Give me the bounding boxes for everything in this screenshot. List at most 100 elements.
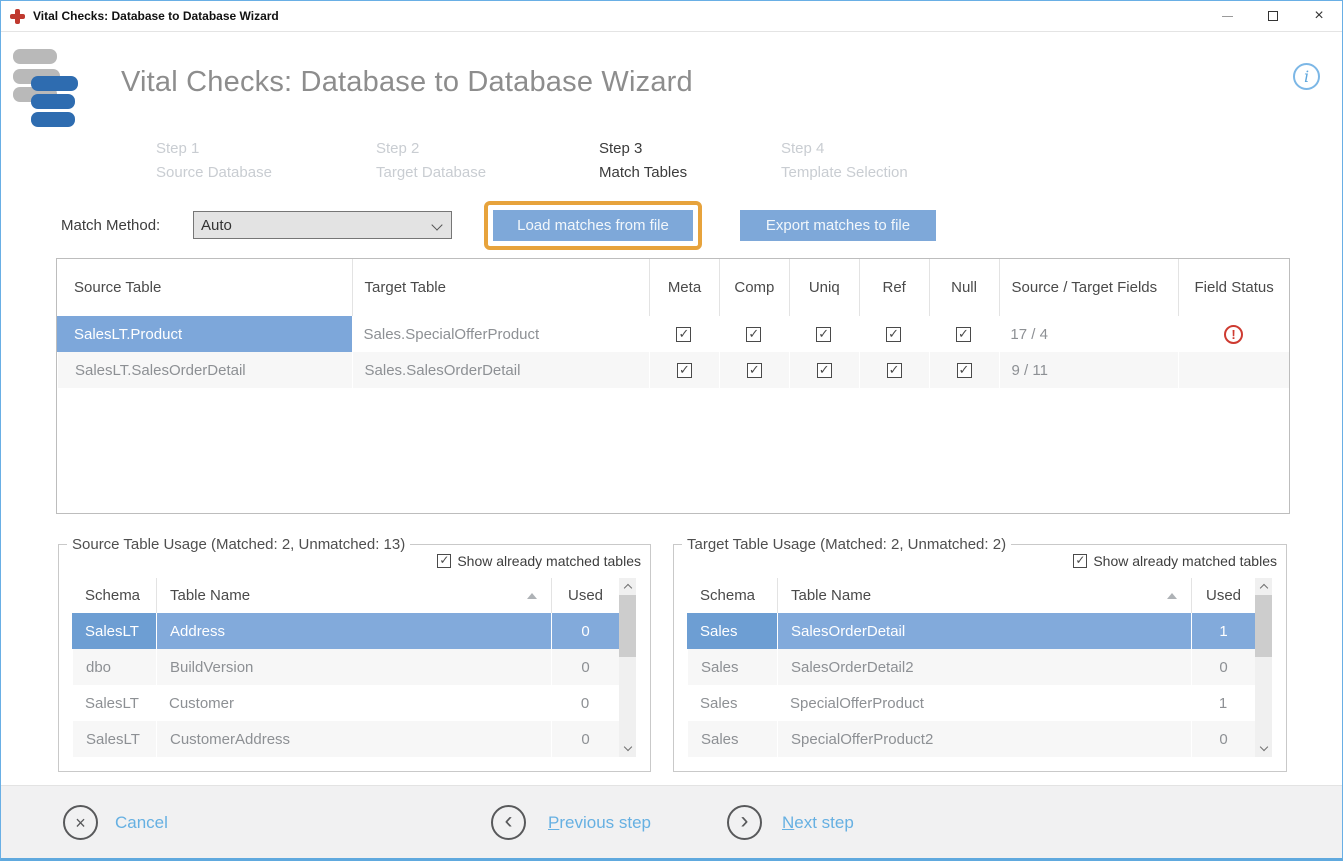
next-step-label: Next step — [782, 813, 854, 833]
usage-row[interactable]: Sales SpecialOfferProduct 1 — [687, 685, 1255, 721]
fields-count-cell: 9 / 11 — [999, 352, 1179, 388]
comp-checkbox[interactable] — [747, 363, 762, 378]
meta-checkbox[interactable] — [677, 363, 692, 378]
col-used[interactable]: Used — [551, 578, 619, 613]
usage-row[interactable]: SalesLT Customer 0 — [72, 685, 619, 721]
schema-cell: SalesLT — [72, 613, 156, 649]
match-row[interactable]: SalesLT.Product Sales.SpecialOfferProduc… — [57, 316, 1289, 352]
show-matched-label: Show already matched tables — [1093, 553, 1277, 569]
step-3-label: Match Tables — [599, 161, 687, 185]
logo-bar-blue — [31, 76, 78, 91]
scroll-down-icon[interactable] — [1255, 740, 1272, 757]
maximize-button[interactable] — [1250, 1, 1296, 32]
info-icon[interactable]: i — [1293, 63, 1320, 90]
table-name-cell: SpecialOfferProduct — [777, 685, 1191, 721]
logo-bar-blue — [31, 94, 75, 109]
target-usage-table: Schema Table Name Used Sales SalesOrderD… — [687, 578, 1255, 757]
next-step-button[interactable]: › Next step — [727, 786, 854, 859]
show-matched-checkbox[interactable] — [1073, 554, 1087, 568]
ref-checkbox[interactable] — [887, 363, 902, 378]
col-target-table[interactable]: Target Table — [352, 259, 650, 316]
target-table-cell[interactable]: Sales.SalesOrderDetail — [352, 352, 650, 388]
col-meta[interactable]: Meta — [649, 259, 719, 316]
table-name-cell: Customer — [156, 685, 551, 721]
usage-table-header: Schema Table Name Used — [687, 578, 1255, 613]
app-icon — [10, 9, 25, 24]
minimize-icon — [1222, 16, 1233, 17]
scroll-down-icon[interactable] — [619, 740, 636, 757]
match-table: Source Table Target Table Meta Comp Uniq… — [56, 258, 1290, 514]
match-row[interactable]: SalesLT.SalesOrderDetail Sales.SalesOrde… — [57, 352, 1289, 388]
step-4-label: Template Selection — [781, 161, 908, 185]
uniq-checkbox[interactable] — [817, 363, 832, 378]
source-table-cell[interactable]: SalesLT.Product — [57, 316, 352, 352]
col-uniq[interactable]: Uniq — [789, 259, 859, 316]
step-2-label: Target Database — [376, 161, 486, 185]
usage-row[interactable]: Sales SalesOrderDetail2 0 — [687, 649, 1255, 685]
usage-row[interactable]: Sales SalesOrderDetail 1 — [687, 613, 1255, 649]
show-matched-label: Show already matched tables — [457, 553, 641, 569]
scrollbar[interactable] — [1255, 578, 1272, 757]
col-used[interactable]: Used — [1191, 578, 1255, 613]
cancel-button[interactable]: × Cancel — [63, 786, 168, 859]
comp-checkbox[interactable] — [746, 327, 761, 342]
match-method-dropdown[interactable]: Auto — [193, 211, 452, 239]
target-table-cell[interactable]: Sales.SpecialOfferProduct — [352, 316, 650, 352]
usage-row[interactable]: SalesLT Address 0 — [72, 613, 619, 649]
col-ref[interactable]: Ref — [859, 259, 929, 316]
match-method-value: Auto — [201, 217, 232, 234]
used-cell: 0 — [551, 721, 619, 757]
uniq-checkbox[interactable] — [816, 327, 831, 342]
col-source-target-fields[interactable]: Source / Target Fields — [999, 259, 1179, 316]
maximize-icon — [1268, 11, 1278, 21]
null-checkbox[interactable] — [957, 363, 972, 378]
col-table-name[interactable]: Table Name — [777, 578, 1191, 613]
show-matched-checkbox[interactable] — [437, 554, 451, 568]
close-button[interactable]: × — [1296, 1, 1342, 32]
col-schema[interactable]: Schema — [72, 578, 156, 613]
app-window: Vital Checks: Database to Database Wizar… — [0, 0, 1343, 861]
usage-row[interactable]: SalesLT CustomerAddress 0 — [72, 721, 619, 757]
source-table-cell[interactable]: SalesLT.SalesOrderDetail — [57, 352, 352, 388]
col-schema[interactable]: Schema — [687, 578, 777, 613]
previous-step-button[interactable]: ‹ Previous step — [491, 786, 651, 859]
previous-step-label: Previous step — [548, 813, 651, 833]
col-source-table[interactable]: Source Table — [57, 259, 352, 316]
scrollbar-thumb[interactable] — [1255, 595, 1272, 657]
previous-circle-icon: ‹ — [491, 805, 526, 840]
col-table-name[interactable]: Table Name — [156, 578, 551, 613]
load-matches-button[interactable]: Load matches from file — [493, 210, 693, 241]
minimize-button[interactable] — [1204, 1, 1250, 32]
scroll-up-icon[interactable] — [619, 578, 636, 595]
usage-row[interactable]: dbo BuildVersion 0 — [72, 649, 619, 685]
step-1-number: Step 1 — [156, 137, 272, 161]
meta-checkbox[interactable] — [676, 327, 691, 342]
close-icon: × — [1314, 8, 1323, 24]
cancel-label: Cancel — [115, 813, 168, 833]
source-show-matched[interactable]: Show already matched tables — [437, 553, 641, 569]
null-checkbox[interactable] — [956, 327, 971, 342]
step-2-number: Step 2 — [376, 137, 486, 161]
used-cell: 0 — [551, 685, 619, 721]
scrollbar-thumb[interactable] — [619, 595, 636, 657]
export-matches-button[interactable]: Export matches to file — [740, 210, 936, 241]
scrollbar[interactable] — [619, 578, 636, 757]
step-1-label: Source Database — [156, 161, 272, 185]
source-usage-title: Source Table Usage (Matched: 2, Unmatche… — [67, 536, 410, 553]
usage-row[interactable]: Sales SpecialOfferProduct2 0 — [687, 721, 1255, 757]
source-usage-panel: Source Table Usage (Matched: 2, Unmatche… — [58, 544, 651, 772]
scroll-up-icon[interactable] — [1255, 578, 1272, 595]
col-null[interactable]: Null — [929, 259, 999, 316]
step-4: Step 4 Template Selection — [781, 137, 908, 185]
ref-checkbox[interactable] — [886, 327, 901, 342]
target-show-matched[interactable]: Show already matched tables — [1073, 553, 1277, 569]
page-title: Vital Checks: Database to Database Wizar… — [121, 66, 693, 99]
table-name-cell: SalesOrderDetail — [777, 613, 1191, 649]
match-method-label: Match Method: — [61, 217, 160, 234]
step-4-number: Step 4 — [781, 137, 908, 161]
field-status-error-icon[interactable]: ! — [1224, 325, 1243, 344]
used-cell: 1 — [1191, 685, 1255, 721]
col-comp[interactable]: Comp — [719, 259, 789, 316]
col-field-status[interactable]: Field Status — [1178, 259, 1289, 316]
step-1: Step 1 Source Database — [156, 137, 272, 185]
